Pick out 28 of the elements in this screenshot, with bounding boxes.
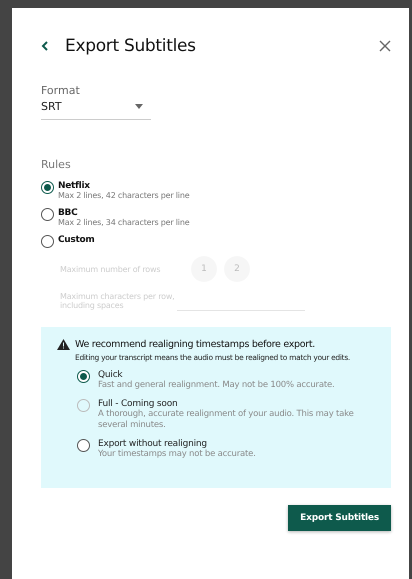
radio-button[interactable]: [77, 370, 90, 383]
option-description: Your timestamps may not be accurate.: [98, 449, 256, 460]
option-title: Export without realigning: [98, 439, 208, 450]
chevron-left-icon: [41, 41, 49, 51]
option-title: Full - Coming soon: [98, 399, 179, 410]
option-title: Netflix: [58, 181, 91, 191]
warning-icon: [57, 339, 70, 350]
dropdown-caret-icon: [135, 104, 143, 109]
export-button[interactable]: Export Subtitles: [288, 505, 391, 532]
close-button[interactable]: [379, 40, 391, 52]
close-icon: [379, 40, 391, 52]
option-description: A thorough, accurate realignment of your audio. This may take several minutes.: [98, 409, 355, 432]
format-dropdown[interactable]: SRT: [41, 97, 151, 120]
option-description: Max 2 lines, 42 characters per line: [58, 191, 190, 200]
format-label: Format: [41, 84, 81, 97]
option-description: Fast and general realignment. May not be 100% accurate.: [98, 380, 335, 392]
option-description: Max 2 lines, 34 characters per line: [58, 218, 190, 227]
back-button[interactable]: [41, 41, 49, 51]
radio-button[interactable]: [41, 181, 54, 194]
radio-button[interactable]: [77, 439, 90, 452]
radio-button[interactable]: [41, 235, 54, 248]
option-title: Custom: [58, 235, 94, 245]
rules-label: Rules: [41, 158, 72, 171]
dialog-title: Export Subtitles: [65, 36, 197, 56]
radio-button[interactable]: [41, 208, 54, 221]
option-title: BBC: [58, 208, 78, 218]
option-title: Quick: [98, 370, 124, 380]
alert-title: We recommend realigning timestamps before export.: [75, 339, 316, 350]
